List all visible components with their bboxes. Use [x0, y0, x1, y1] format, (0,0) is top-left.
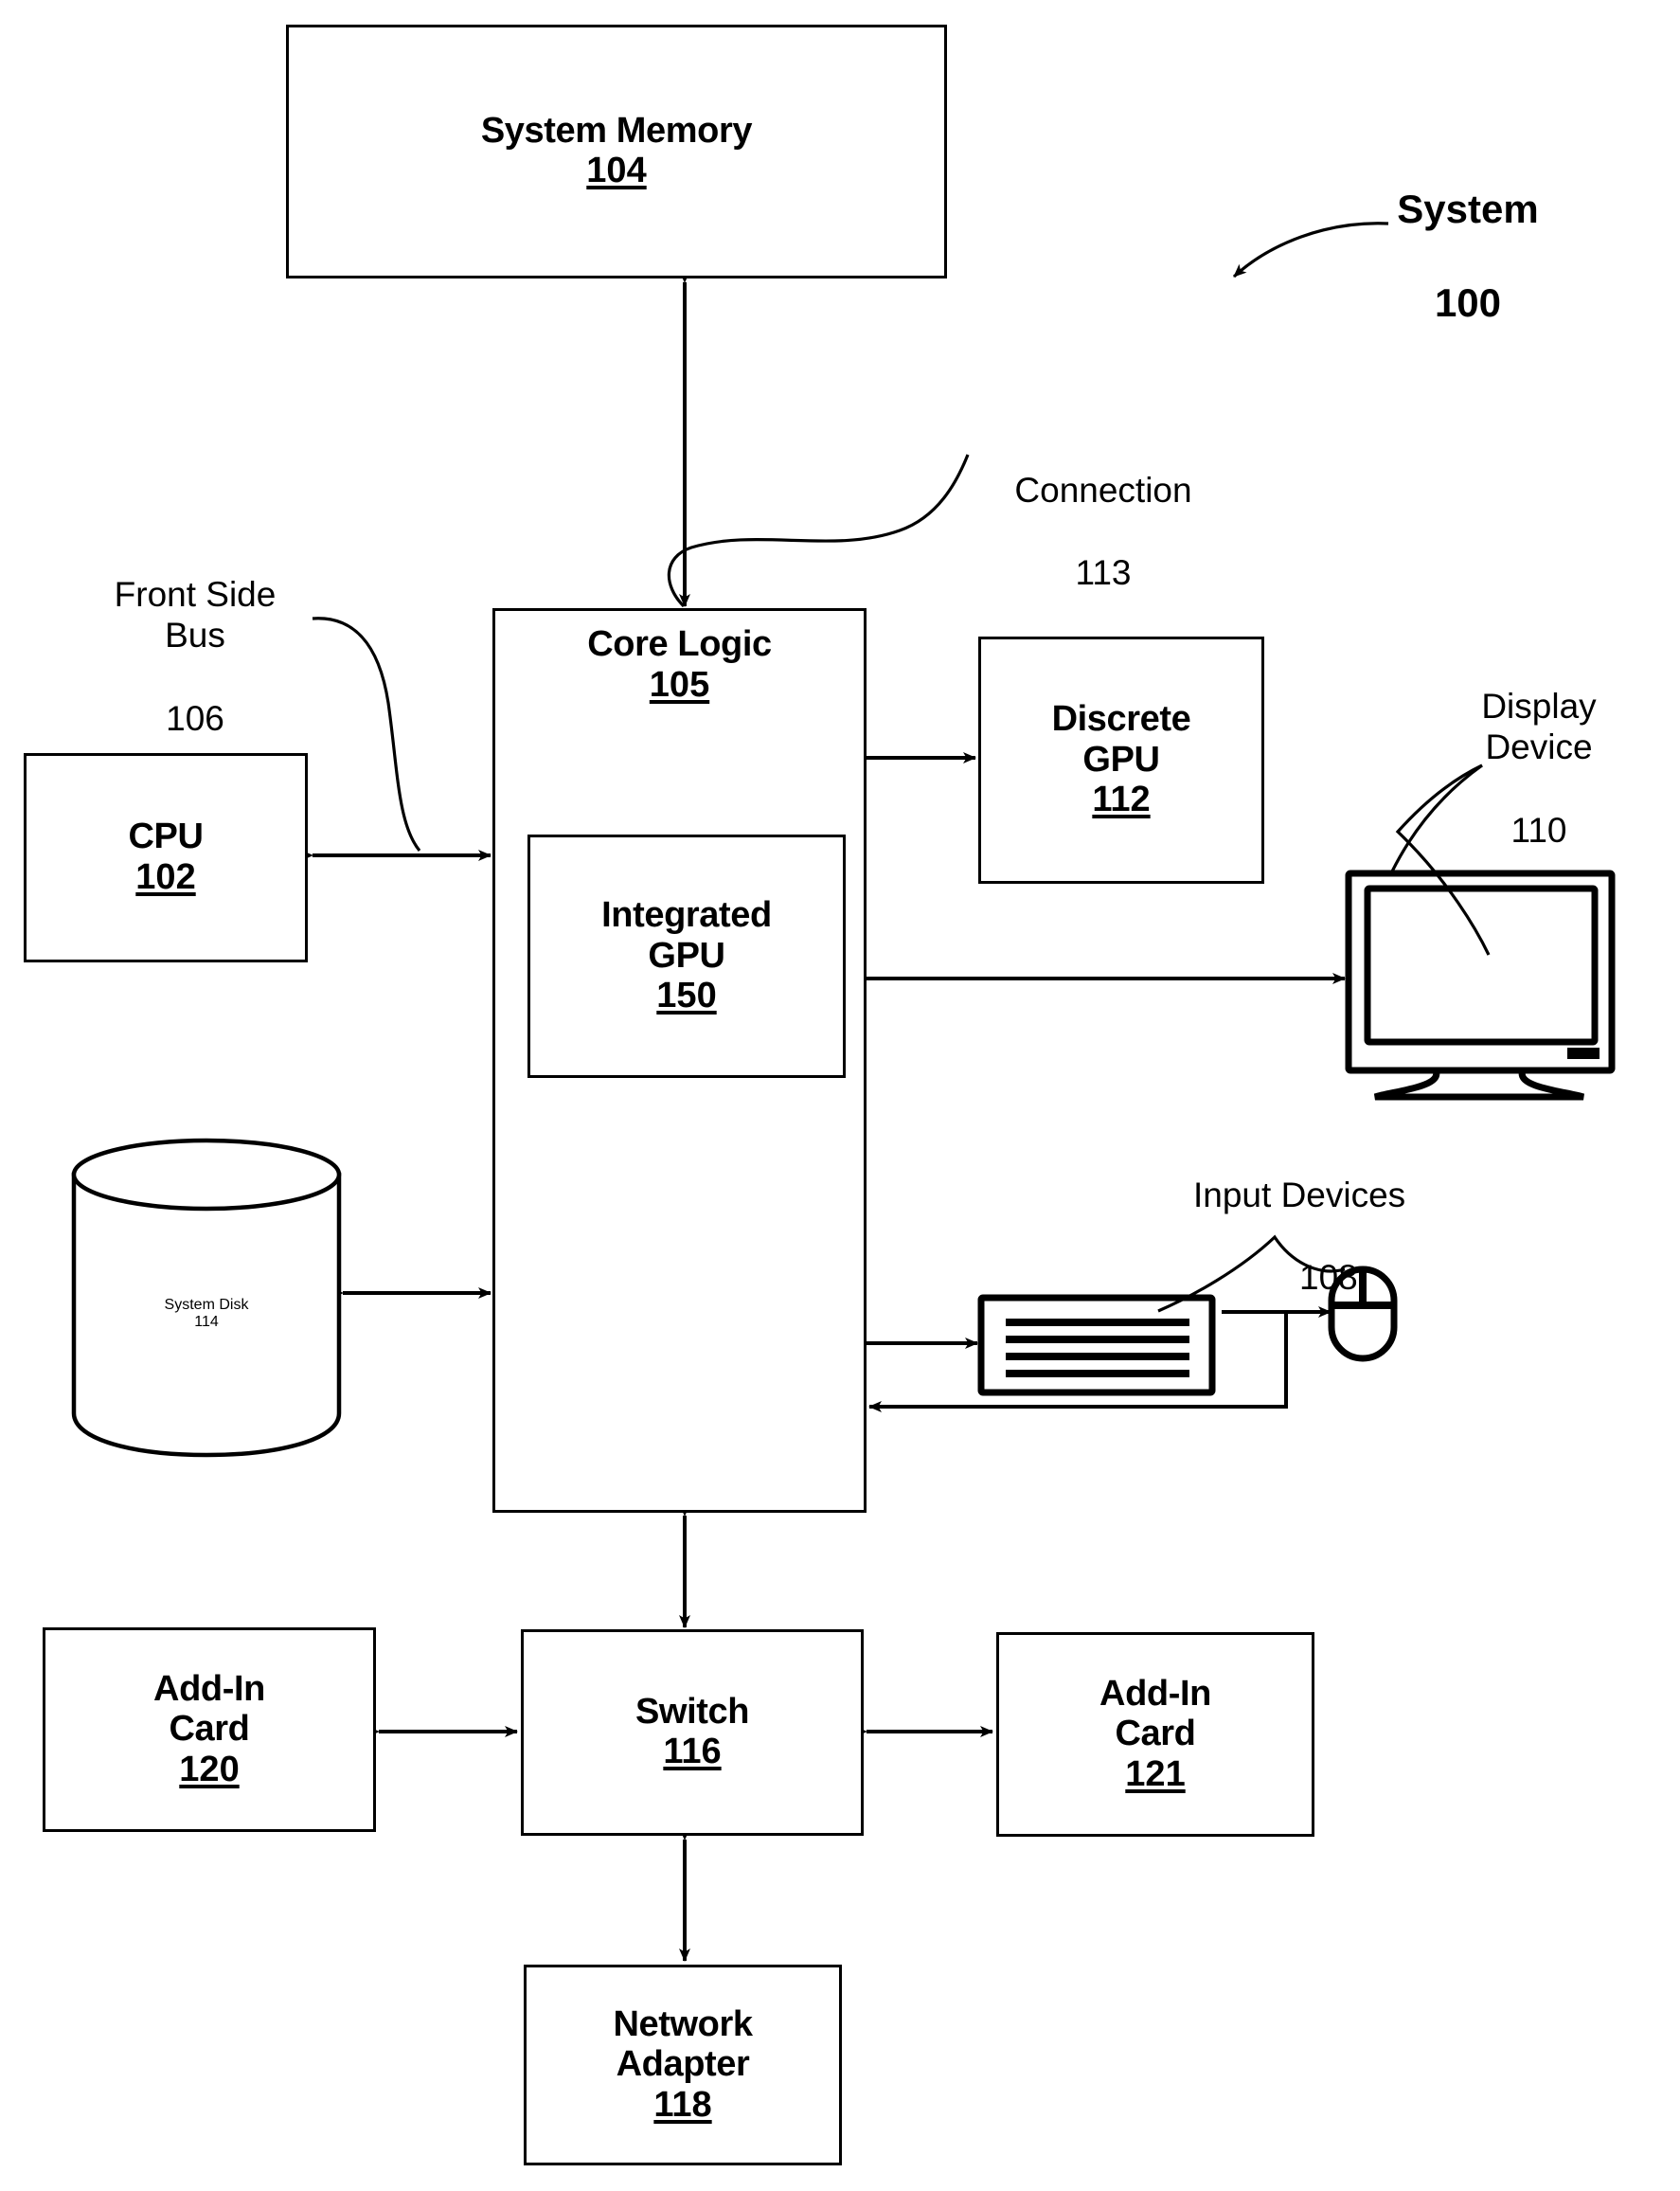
discrete-gpu-number: 112	[1092, 780, 1151, 820]
callout-front-side-bus-text: Front Side Bus	[114, 574, 277, 656]
add-in-card-121-title: Add-In Card	[1099, 1673, 1211, 1754]
block-system-disk: System Disk 114	[74, 1205, 339, 1423]
keyboard-icon	[977, 1294, 1216, 1396]
block-cpu: CPU 102	[24, 753, 308, 962]
callout-input-devices-number: 108	[1299, 1257, 1358, 1297]
block-add-in-card-121: Add-In Card 121	[996, 1632, 1314, 1837]
add-in-card-120-number: 120	[179, 1749, 240, 1789]
figure-title-system-text: System	[1397, 186, 1539, 231]
core-logic-number: 105	[649, 664, 710, 705]
system-disk-title: System Disk	[164, 1297, 249, 1313]
callout-input-devices-text: Input Devices	[1193, 1175, 1406, 1214]
system-memory-number: 104	[586, 151, 647, 191]
integrated-gpu-number: 150	[656, 976, 717, 1016]
system-memory-title: System Memory	[480, 110, 753, 151]
switch-title: Switch	[634, 1691, 750, 1732]
connection-113-leader	[667, 454, 970, 608]
system-disk-number: 114	[194, 1314, 219, 1330]
callout-display-device-text: Display Device	[1481, 686, 1597, 767]
callout-input-devices-108: Input Devices 108	[1193, 1133, 1534, 1339]
cpu-title: CPU	[128, 817, 204, 857]
patent-figure-system-100: System Memory 104 Core Logic 105 Integra…	[0, 0, 1680, 2191]
callout-front-side-bus-106: Front Side Bus 106	[71, 532, 319, 781]
callout-front-side-bus-number: 106	[166, 698, 224, 738]
block-discrete-gpu: Discrete GPU 112	[978, 637, 1264, 884]
block-switch: Switch 116	[521, 1629, 864, 1836]
network-adapter-number: 118	[653, 2084, 712, 2125]
callout-display-device-110: Display Device 110	[1439, 644, 1638, 892]
figure-title-system-number: 100	[1434, 279, 1502, 325]
block-network-adapter: Network Adapter 118	[524, 1965, 842, 2165]
callout-connection-text: Connection	[1014, 470, 1192, 510]
switch-number: 116	[663, 1732, 722, 1772]
network-adapter-title: Network Adapter	[613, 2003, 753, 2085]
integrated-gpu-title: Integrated GPU	[601, 895, 772, 976]
front-side-bus-leader	[312, 617, 421, 853]
add-in-card-121-number: 121	[1125, 1753, 1186, 1794]
callout-connection-number: 113	[1075, 552, 1132, 592]
figure-title-system: System 100	[1349, 138, 1586, 373]
block-add-in-card-120: Add-In Card 120	[43, 1627, 376, 1832]
block-system-memory: System Memory 104	[286, 25, 947, 278]
display-monitor-icon	[1345, 870, 1616, 1101]
callout-display-device-number: 110	[1510, 810, 1567, 850]
block-integrated-gpu: Integrated GPU 150	[527, 835, 846, 1078]
discrete-gpu-title: Discrete GPU	[1051, 699, 1191, 780]
core-logic-title: Core Logic	[587, 624, 772, 664]
callout-connection-113: Connection 113	[961, 428, 1245, 635]
add-in-card-120-title: Add-In Card	[153, 1668, 265, 1750]
cpu-number: 102	[135, 856, 196, 897]
